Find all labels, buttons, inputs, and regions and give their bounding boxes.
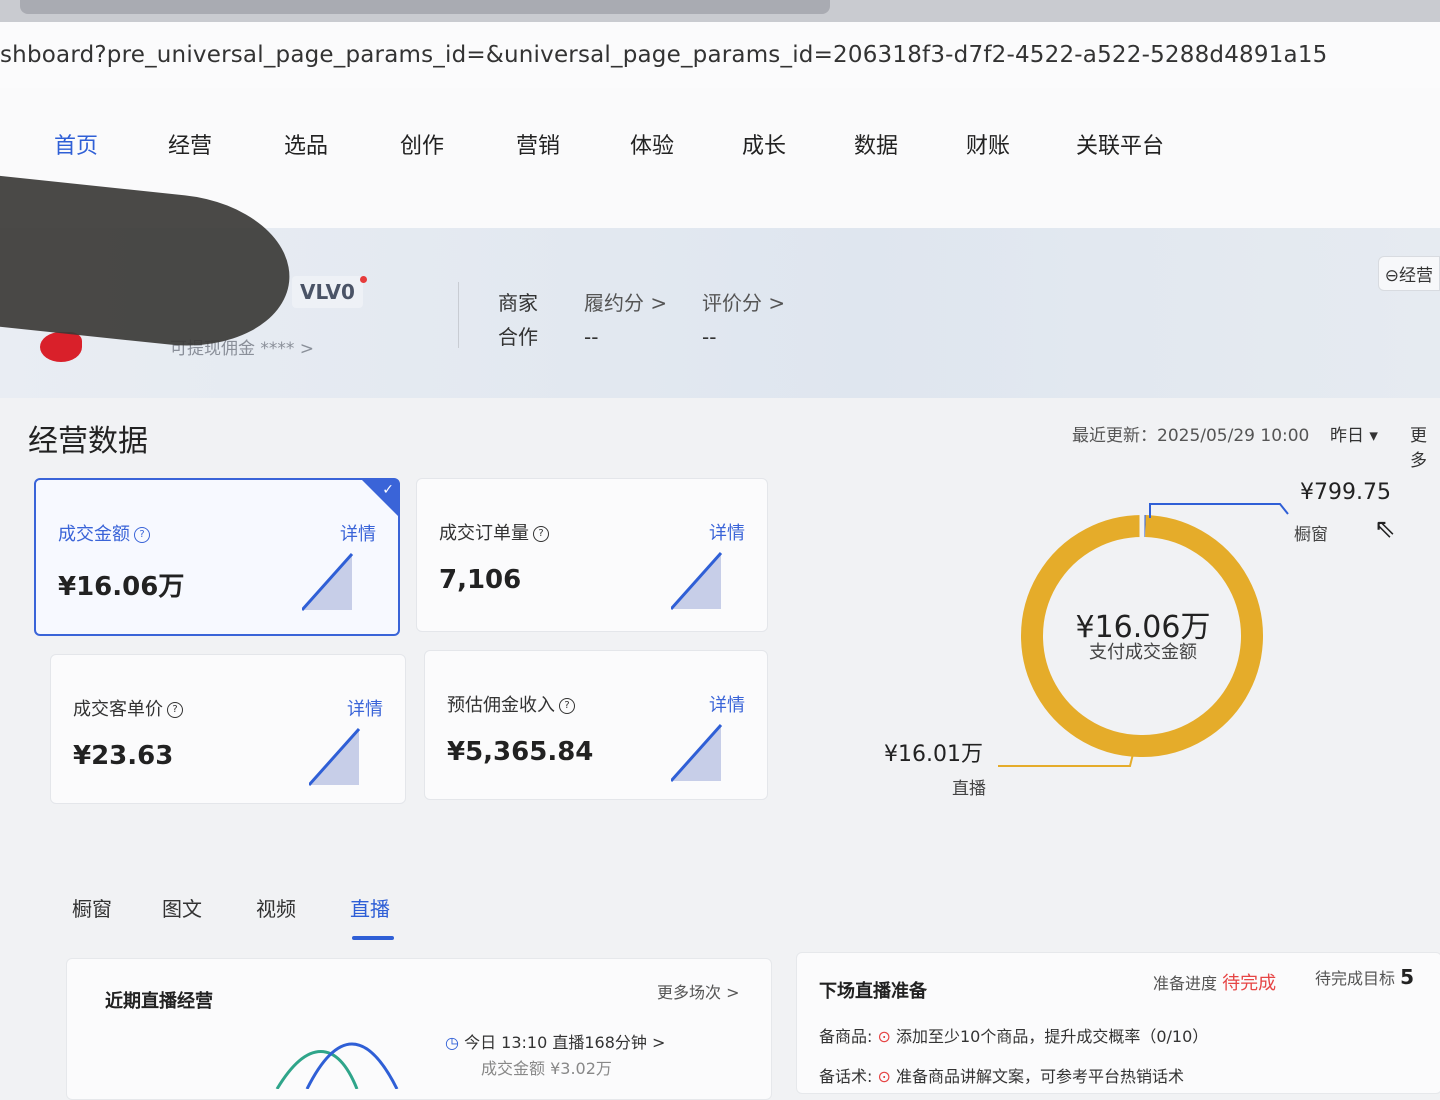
address-bar[interactable]: shboard?pre_universal_page_params_id=&un… [0,22,1440,89]
clock-icon: ◷ [445,1033,459,1052]
browser-top-strip [0,0,1440,22]
merchant-cooperation[interactable]: 商家 合作 [498,286,538,354]
info-icon[interactable]: ? [533,526,549,542]
target-icon: ⊙ [878,1067,891,1086]
sparkline [309,725,365,787]
rating-score[interactable]: 评价分 > -- [702,286,785,354]
tab-live[interactable]: 直播 [350,893,390,922]
red-dot-icon [360,276,367,283]
metric-card-commission[interactable]: 预估佣金收入? 详情 ¥5,365.84 [424,650,768,800]
nav-item-creation[interactable]: 创作 [400,128,444,160]
goods-task[interactable]: 备商品: ⊙ 添加至少10个商品，提升成交概率（0/10） [819,1023,1208,1047]
tab-image-text[interactable]: 图文 [162,893,202,922]
url-text[interactable]: shboard?pre_universal_page_params_id=&un… [0,42,1328,68]
level-badge[interactable]: VLV0 [292,276,363,308]
nav-item-home[interactable]: 首页 [54,128,98,160]
nav-item-linked-platform[interactable]: 关联平台 [1076,128,1164,160]
metric-title: 成交客单价? [73,695,183,721]
manage-button[interactable]: ⊖经营 [1378,256,1440,291]
section-title-operation-data: 经营数据 [28,416,148,460]
metric-title: 预估佣金收入? [447,691,575,717]
target-icon: ⊙ [878,1027,891,1046]
check-icon: ✓ [382,482,394,498]
session-row[interactable]: ◷ 今日 13:10 直播168分钟 > [445,1029,665,1053]
minus-circle-icon: ⊖ [1385,266,1399,286]
metric-card-orders[interactable]: 成交订单量? 详情 7,106 [416,478,768,632]
v-icon: V [300,280,315,304]
prep-progress: 准备进度 待完成 [1153,969,1276,995]
metric-card-unit-price[interactable]: 成交客单价? 详情 ¥23.63 [50,654,406,804]
fulfillment-score[interactable]: 履约分 > -- [584,286,667,354]
metric-value: ¥16.06万 [58,566,184,603]
nav-item-growth[interactable]: 成长 [742,128,786,160]
nav-item-data[interactable]: 数据 [854,128,898,160]
nav-item-selection[interactable]: 选品 [284,128,328,160]
tab-video[interactable]: 视频 [256,893,296,922]
last-update: 最近更新：2025/05/29 10:00 [1072,421,1309,446]
nav-item-experience[interactable]: 体验 [630,128,674,160]
script-task[interactable]: 备话术: ⊙ 准备商品讲解文案，可参考平台热销话术 [819,1063,1184,1087]
sparkline [302,550,358,612]
panel-title: 近期直播经营 [105,987,213,1013]
tab-showcase[interactable]: 橱窗 [72,893,112,922]
browser-tab-strip [20,0,830,14]
detail-link[interactable]: 详情 [340,520,376,546]
nav-item-marketing[interactable]: 营销 [516,128,560,160]
segment-name-window: 橱窗 [1294,520,1328,545]
live-trend-mini-chart [267,1029,417,1089]
donut-leader-lines [990,496,1290,776]
segment-value-window: ¥799.75 [1300,480,1391,505]
pending-goals: 待完成目标 5 [1315,965,1414,989]
info-icon[interactable]: ? [134,527,150,543]
metric-value: 7,106 [439,565,521,595]
more-sessions-link[interactable]: 更多场次 > [657,979,740,1003]
segment-value-live: ¥16.01万 [884,736,983,768]
metric-title: 成交金额? [58,520,150,546]
info-icon[interactable]: ? [559,698,575,714]
metric-value: ¥23.63 [73,741,173,771]
nav-item-operation[interactable]: 经营 [168,128,212,160]
detail-link[interactable]: 详情 [709,691,745,717]
segment-name-live: 直播 [952,774,986,799]
session-amount: 成交金额 ¥3.02万 [481,1055,612,1079]
cursor-icon: ⇖ [1374,514,1396,544]
next-live-prep-panel: 下场直播准备 准备进度 待完成 待完成目标 5 备商品: ⊙ 添加至少10个商品… [796,952,1440,1094]
sparkline [671,721,727,783]
metric-value: ¥5,365.84 [447,737,593,767]
detail-link[interactable]: 详情 [347,695,383,721]
sparkline [671,549,727,611]
detail-link[interactable]: 详情 [709,519,745,545]
recent-live-panel: 近期直播经营 更多场次 > ◷ 今日 13:10 直播168分钟 > 成交金额 … [66,958,772,1100]
nav-item-finance[interactable]: 财账 [966,128,1010,160]
period-select[interactable]: 昨日 ▾ [1330,421,1378,446]
metric-title: 成交订单量? [439,519,549,545]
panel-title: 下场直播准备 [819,977,927,1003]
shop-avatar[interactable] [40,332,82,362]
active-tab-indicator [352,936,394,940]
info-icon[interactable]: ? [167,702,183,718]
more-link[interactable]: 更多 [1410,421,1440,471]
divider [458,282,459,348]
metric-card-gmv[interactable]: ✓ 成交金额? 详情 ¥16.06万 [34,478,400,636]
